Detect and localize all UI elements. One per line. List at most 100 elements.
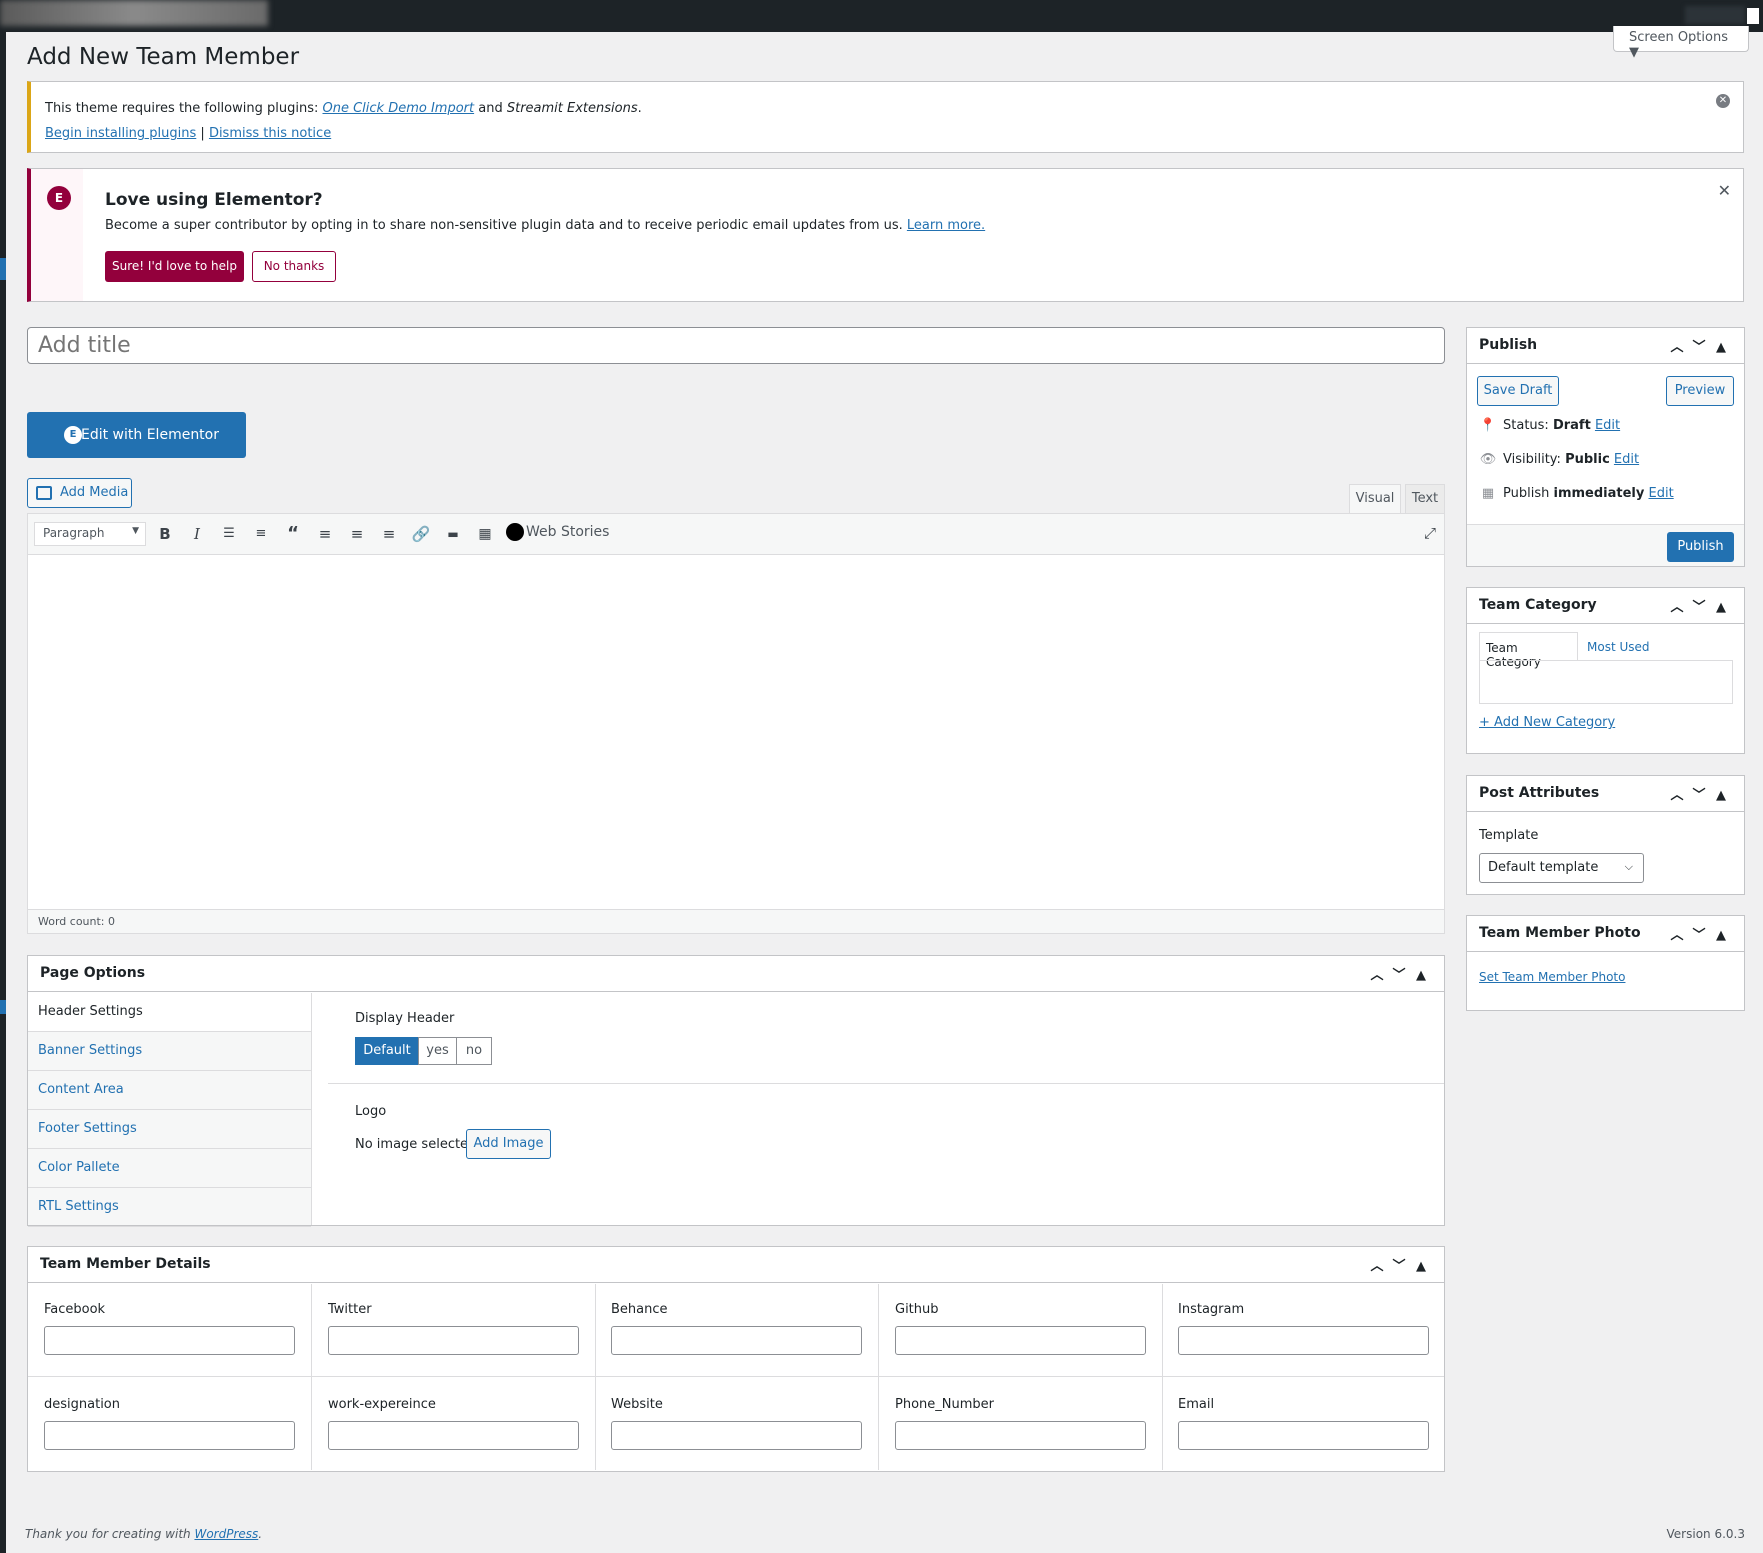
link-icon[interactable]: 🔗 xyxy=(410,524,432,544)
toggle-panel-icon[interactable]: ▲ xyxy=(1710,600,1732,615)
numbered-list-icon[interactable]: ≡ xyxy=(250,524,272,544)
toggle-panel-icon[interactable]: ▲ xyxy=(1410,968,1432,983)
move-up-icon[interactable]: ︿ xyxy=(1666,596,1688,615)
toolbar-toggle-icon[interactable]: ▦ xyxy=(474,524,496,544)
no-thanks-button[interactable]: No thanks xyxy=(252,251,336,282)
move-up-icon[interactable]: ︿ xyxy=(1366,1255,1388,1274)
team-category-header[interactable]: Team Category ︿ ﹀ ▲ xyxy=(1467,588,1744,624)
template-label: Template xyxy=(1479,828,1539,843)
template-select[interactable]: Default template ⌵ xyxy=(1479,853,1644,883)
format-select[interactable]: Paragraph ▼ xyxy=(34,522,146,546)
notice-text: This theme requires the following plugin… xyxy=(45,101,323,116)
field-label: designation xyxy=(44,1397,120,1412)
move-down-icon[interactable]: ﹀ xyxy=(1388,1255,1410,1274)
category-list[interactable] xyxy=(1479,660,1733,704)
visibility-value: Public xyxy=(1565,452,1610,467)
begin-installing-link[interactable]: Begin installing plugins xyxy=(45,126,196,141)
blockquote-icon[interactable]: “ xyxy=(282,524,304,544)
add-image-button[interactable]: Add Image xyxy=(466,1129,551,1159)
avatar[interactable] xyxy=(1747,8,1759,24)
nav-header-settings[interactable]: Header Settings xyxy=(28,993,311,1032)
add-media-label: Add Media xyxy=(60,485,129,500)
align-center-icon[interactable]: ≡ xyxy=(346,524,368,544)
email-input[interactable] xyxy=(1178,1421,1429,1450)
move-down-icon[interactable]: ﹀ xyxy=(1688,596,1710,615)
instagram-input[interactable] xyxy=(1178,1326,1429,1355)
designation-input[interactable] xyxy=(44,1421,295,1450)
web-stories-button[interactable]: Web Stories xyxy=(506,523,609,541)
move-down-icon[interactable]: ﹀ xyxy=(1388,964,1410,983)
edit-with-elementor-button[interactable]: E Edit with Elementor xyxy=(27,412,246,458)
move-down-icon[interactable]: ﹀ xyxy=(1688,924,1710,943)
bold-icon[interactable]: B xyxy=(154,524,176,544)
learn-more-link[interactable]: Learn more. xyxy=(907,218,985,233)
post-attributes-header[interactable]: Post Attributes ︿ ﹀ ▲ xyxy=(1467,776,1744,812)
toggle-panel-icon[interactable]: ▲ xyxy=(1710,788,1732,803)
title-input[interactable] xyxy=(27,327,1445,364)
move-up-icon[interactable]: ︿ xyxy=(1366,964,1388,983)
team-details-header[interactable]: Team Member Details ︿ ﹀ ▲ xyxy=(28,1247,1444,1283)
display-header-yes[interactable]: yes xyxy=(418,1037,457,1065)
nav-footer-settings[interactable]: Footer Settings xyxy=(28,1110,311,1149)
display-header-no[interactable]: no xyxy=(456,1037,492,1065)
publish-header[interactable]: Publish ︿ ﹀ ▲ xyxy=(1467,328,1744,364)
preview-button[interactable]: Preview xyxy=(1666,376,1734,406)
page-options-header[interactable]: Page Options ︿ ﹀ ▲ xyxy=(28,956,1444,992)
field-phone-number: Phone_Number xyxy=(879,1377,1163,1470)
move-up-icon[interactable]: ︿ xyxy=(1666,336,1688,355)
plugin-link-demo-import[interactable]: One Click Demo Import xyxy=(322,101,474,116)
work-experience-input[interactable] xyxy=(328,1421,579,1450)
align-right-icon[interactable]: ≡ xyxy=(378,524,400,544)
move-up-icon[interactable]: ︿ xyxy=(1666,784,1688,803)
nav-rtl-settings[interactable]: RTL Settings xyxy=(28,1188,311,1227)
tab-text[interactable]: Text xyxy=(1405,484,1445,513)
dismiss-notice-link[interactable]: Dismiss this notice xyxy=(209,126,331,141)
close-icon[interactable]: ✕ xyxy=(1718,181,1731,200)
add-new-category-link[interactable]: + Add New Category xyxy=(1479,715,1615,730)
italic-icon[interactable]: I xyxy=(186,524,208,544)
nav-content-area[interactable]: Content Area xyxy=(28,1071,311,1110)
dismiss-icon[interactable]: ✕ xyxy=(1716,94,1730,108)
notice-side: E xyxy=(31,169,83,301)
move-down-icon[interactable]: ﹀ xyxy=(1688,784,1710,803)
display-header-default[interactable]: Default xyxy=(355,1037,419,1065)
team-photo-header[interactable]: Team Member Photo ︿ ﹀ ▲ xyxy=(1467,916,1744,952)
move-up-icon[interactable]: ︿ xyxy=(1666,924,1688,943)
toggle-panel-icon[interactable]: ▲ xyxy=(1710,340,1732,355)
wordpress-link[interactable]: WordPress xyxy=(194,1527,258,1541)
tab-most-used[interactable]: Most Used xyxy=(1587,640,1650,654)
save-draft-button[interactable]: Save Draft xyxy=(1477,376,1559,406)
nav-banner-settings[interactable]: Banner Settings xyxy=(28,1032,311,1071)
behance-input[interactable] xyxy=(611,1326,862,1355)
add-media-button[interactable]: Add Media xyxy=(27,478,132,508)
content-editor[interactable]: Paragraph ▼ B I ☰ ≡ “ ≡ ≡ ≡ 🔗 ▬ ▦ Web St… xyxy=(27,513,1445,934)
opt-in-button[interactable]: Sure! I'd love to help xyxy=(105,251,244,282)
read-more-icon[interactable]: ▬ xyxy=(442,524,464,544)
bullet-list-icon[interactable]: ☰ xyxy=(218,524,240,544)
github-input[interactable] xyxy=(895,1326,1146,1355)
facebook-input[interactable] xyxy=(44,1326,295,1355)
pin-icon: 📍 xyxy=(1479,418,1497,433)
publish-button[interactable]: Publish xyxy=(1667,532,1734,562)
blurred-site-name xyxy=(0,0,268,26)
toggle-panel-icon[interactable]: ▲ xyxy=(1410,1259,1432,1274)
website-input[interactable] xyxy=(611,1421,862,1450)
edit-status-link[interactable]: Edit xyxy=(1595,418,1620,433)
align-left-icon[interactable]: ≡ xyxy=(314,524,336,544)
edit-visibility-link[interactable]: Edit xyxy=(1614,452,1639,467)
toggle-panel-icon[interactable]: ▲ xyxy=(1710,928,1732,943)
twitter-input[interactable] xyxy=(328,1326,579,1355)
move-down-icon[interactable]: ﹀ xyxy=(1688,336,1710,355)
tab-visual[interactable]: Visual xyxy=(1349,484,1401,514)
tab-all-categories[interactable]: Team Category xyxy=(1479,632,1578,669)
edit-schedule-link[interactable]: Edit xyxy=(1649,486,1674,501)
set-team-photo-link[interactable]: Set Team Member Photo xyxy=(1479,970,1625,984)
web-stories-label: Web Stories xyxy=(526,524,610,540)
media-icon xyxy=(36,486,52,500)
phone-number-input[interactable] xyxy=(895,1421,1146,1450)
screen-options-button[interactable]: Screen Options ▼ xyxy=(1613,26,1749,60)
field-label: Facebook xyxy=(44,1302,106,1317)
publish-box: Publish ︿ ﹀ ▲ Save Draft Preview 📍 Status: … xyxy=(1466,327,1745,567)
nav-color-pallete[interactable]: Color Pallete xyxy=(28,1149,311,1188)
fullscreen-icon[interactable]: ⤢ xyxy=(1424,524,1436,542)
